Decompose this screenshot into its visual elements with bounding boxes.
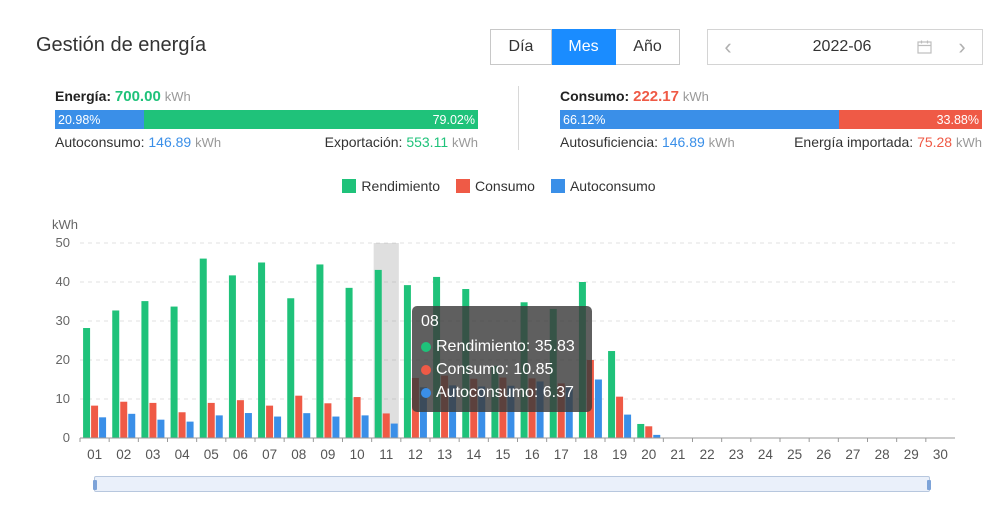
bar-consumo-10[interactable]: [353, 397, 361, 438]
bar-rendimiento-20[interactable]: [637, 423, 645, 438]
tooltip-row-label: Consumo: 10.85: [436, 360, 554, 378]
tooltip-row: Rendimiento: 35.83: [421, 335, 583, 358]
x-tick-label: 08: [291, 447, 306, 462]
tooltip-row-label: Autoconsumo: 6.37: [436, 383, 574, 401]
tooltip-dot: [421, 364, 431, 375]
bar-autoconsumo-19[interactable]: [624, 414, 632, 438]
y-tick-label: 40: [56, 274, 70, 289]
bar-rendimiento-05[interactable]: [199, 258, 207, 438]
x-tick-label: 17: [554, 447, 569, 462]
bar-autoconsumo-09[interactable]: [332, 416, 340, 438]
y-tick-label: 50: [56, 235, 70, 250]
x-tick-label: 21: [670, 447, 685, 462]
x-tick-label: 30: [933, 447, 948, 462]
bar-autoconsumo-02[interactable]: [128, 413, 136, 438]
bar-autoconsumo-07[interactable]: [274, 416, 282, 438]
bar-rendimiento-07[interactable]: [258, 262, 266, 439]
x-tick-label: 03: [145, 447, 160, 462]
y-tick-label: 20: [56, 352, 70, 367]
x-tick-label: 27: [845, 447, 860, 462]
zoom-handle-left[interactable]: [93, 480, 97, 490]
x-tick-label: 22: [700, 447, 715, 462]
bar-autoconsumo-04[interactable]: [186, 421, 194, 438]
x-tick-label: 24: [758, 447, 774, 462]
bar-rendimiento-02[interactable]: [112, 310, 120, 438]
x-tick-label: 07: [262, 447, 277, 462]
x-tick-label: 02: [116, 447, 131, 462]
x-tick-label: 09: [320, 447, 335, 462]
bar-consumo-09[interactable]: [324, 403, 332, 438]
x-tick-label: 20: [641, 447, 656, 462]
x-tick-label: 25: [787, 447, 802, 462]
bar-consumo-08[interactable]: [295, 395, 303, 438]
tooltip-row: Consumo: 10.85: [421, 358, 583, 381]
x-tick-label: 06: [233, 447, 248, 462]
bar-autoconsumo-18[interactable]: [594, 379, 602, 439]
bar-consumo-20[interactable]: [645, 426, 653, 438]
bar-autoconsumo-01[interactable]: [99, 417, 107, 438]
bar-autoconsumo-06[interactable]: [244, 413, 252, 438]
x-tick-label: 28: [875, 447, 890, 462]
x-tick-label: 23: [729, 447, 744, 462]
bar-autoconsumo-08[interactable]: [303, 413, 311, 438]
data-zoom-slider[interactable]: [93, 476, 931, 492]
bar-rendimiento-09[interactable]: [316, 264, 324, 438]
x-tick-label: 14: [466, 447, 482, 462]
bar-autoconsumo-03[interactable]: [157, 419, 165, 438]
tooltip-dot: [421, 387, 431, 398]
x-tick-label: 18: [583, 447, 598, 462]
tooltip-row: Autoconsumo: 6.37: [421, 381, 583, 404]
x-tick-label: 05: [204, 447, 219, 462]
bar-rendimiento-03[interactable]: [141, 301, 149, 438]
tooltip-dot: [421, 341, 431, 352]
x-tick-label: 13: [437, 447, 452, 462]
bar-autoconsumo-05[interactable]: [215, 415, 223, 438]
x-tick-label: 26: [816, 447, 831, 462]
x-tick-label: 04: [175, 447, 191, 462]
bar-rendimiento-12[interactable]: [403, 285, 411, 438]
x-tick-label: 10: [350, 447, 365, 462]
bar-consumo-11[interactable]: [382, 413, 390, 438]
bar-rendimiento-06[interactable]: [228, 275, 236, 438]
bar-rendimiento-11[interactable]: [374, 269, 382, 438]
x-tick-label: 15: [495, 447, 510, 462]
tooltip-title: 08: [421, 313, 439, 330]
bar-consumo-04[interactable]: [178, 412, 186, 438]
x-tick-label: 11: [379, 447, 393, 462]
zoom-handle-right[interactable]: [927, 480, 931, 490]
y-tick-label: 30: [56, 313, 70, 328]
tooltip-row-label: Rendimiento: 35.83: [436, 337, 575, 355]
bar-rendimiento-08[interactable]: [287, 298, 295, 438]
bar-rendimiento-04[interactable]: [170, 306, 178, 438]
y-axis-label: kWh: [52, 217, 78, 232]
bar-autoconsumo-10[interactable]: [361, 415, 369, 438]
y-tick-label: 10: [56, 391, 70, 406]
bar-rendimiento-01[interactable]: [83, 328, 91, 438]
bar-consumo-19[interactable]: [616, 396, 624, 438]
bar-consumo-05[interactable]: [207, 402, 215, 438]
chart-tooltip: 08 Rendimiento: 35.83 Consumo: 10.85 Aut…: [412, 306, 592, 412]
bar-consumo-07[interactable]: [266, 405, 274, 438]
y-tick-label: 0: [63, 430, 70, 445]
x-tick-label: 29: [904, 447, 919, 462]
bar-rendimiento-10[interactable]: [345, 287, 353, 438]
x-tick-label: 12: [408, 447, 423, 462]
x-tick-label: 19: [612, 447, 627, 462]
bar-consumo-03[interactable]: [149, 402, 157, 438]
energy-bar-chart[interactable]: 0 10 20 30 40 50 01 02 03 04 05 06 07 08 09 10 11 12 13 14 1…: [0, 0, 1000, 508]
bar-consumo-06[interactable]: [236, 400, 244, 438]
bar-consumo-02[interactable]: [120, 401, 128, 438]
bar-autoconsumo-11[interactable]: [390, 423, 398, 438]
x-tick-label: 01: [87, 447, 102, 462]
bar-rendimiento-19[interactable]: [608, 351, 616, 438]
x-tick-label: 16: [525, 447, 540, 462]
bar-consumo-01[interactable]: [91, 405, 99, 438]
